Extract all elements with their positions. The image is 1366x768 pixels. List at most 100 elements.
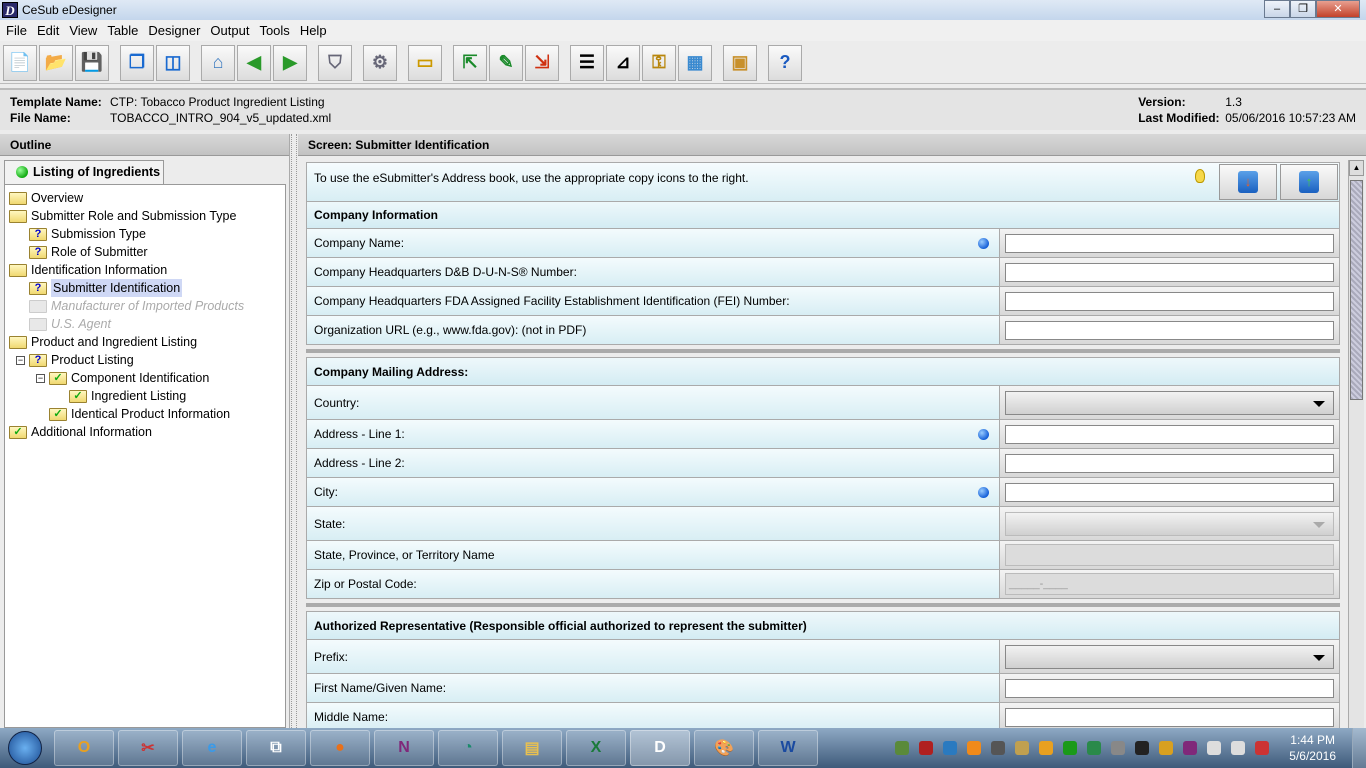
taskbar-internet-explorer[interactable]: e: [182, 730, 242, 766]
key-button[interactable]: ⚿: [642, 44, 676, 81]
tree-item[interactable]: Submitter Role and Submission Type: [5, 207, 285, 225]
tray-icon[interactable]: [1159, 741, 1173, 755]
pane-splitter[interactable]: [291, 134, 297, 730]
tray-icon[interactable]: [1231, 741, 1245, 755]
folder-button[interactable]: ▭: [408, 44, 442, 81]
tree-item[interactable]: ✓ Ingredient Listing: [5, 387, 285, 405]
tree-item[interactable]: ✓ Identical Product Information: [5, 405, 285, 423]
shield-button[interactable]: ⛉: [318, 44, 352, 81]
menu-file[interactable]: File: [2, 23, 31, 38]
calculator-button[interactable]: ▦: [678, 44, 712, 81]
scroll-thumb[interactable]: [1350, 180, 1363, 400]
clock[interactable]: 1:44 PM 5/6/2016: [1289, 732, 1336, 764]
home-button[interactable]: ⌂: [201, 44, 235, 81]
first-name-given-name-input[interactable]: [1005, 678, 1334, 698]
tree-item[interactable]: U.S. Agent: [5, 315, 285, 333]
split-view-button[interactable]: ◫: [156, 44, 190, 81]
show-desktop-button[interactable]: [1352, 728, 1366, 768]
menu-help[interactable]: Help: [296, 23, 331, 38]
tray-icon[interactable]: [1039, 741, 1053, 755]
tray-icon[interactable]: [1111, 741, 1125, 755]
field-label-cell: State, Province, or Territory Name: [307, 541, 999, 569]
company-name-input[interactable]: [1005, 233, 1334, 253]
save-button[interactable]: 💾: [75, 44, 109, 81]
address-line-2-input[interactable]: [1005, 453, 1334, 473]
taskbar-file-explorer[interactable]: ▤: [502, 730, 562, 766]
taskbar-excel[interactable]: X: [566, 730, 626, 766]
forward-button[interactable]: ▶: [273, 44, 307, 81]
form-list-button[interactable]: ☰: [570, 44, 604, 81]
organization-url-e-g-www-fda-g-input[interactable]: [1005, 320, 1334, 340]
tray-icon[interactable]: [1135, 741, 1149, 755]
taskbar-word[interactable]: W: [758, 730, 818, 766]
tree-item[interactable]: Manufacturer of Imported Products: [5, 297, 285, 315]
open-folder-button[interactable]: 📂: [39, 44, 73, 81]
taskbar-cesub-edesigner[interactable]: D: [630, 730, 690, 766]
address-line-1-input[interactable]: [1005, 424, 1334, 444]
tab-listing-of-ingredients[interactable]: Listing of Ingredients: [4, 160, 164, 184]
company-headquarters-d-b-d-u-n-input[interactable]: [1005, 262, 1334, 282]
tree-item[interactable]: ✓ Additional Information: [5, 423, 285, 441]
scroll-up-arrow-icon[interactable]: ▲: [1349, 160, 1364, 176]
taskbar-snipping-tool[interactable]: ✂: [118, 730, 178, 766]
close-button[interactable]: ✕: [1316, 0, 1360, 18]
prefix-dropdown[interactable]: [1005, 644, 1334, 669]
menu-edit[interactable]: Edit: [33, 23, 63, 38]
collapse-icon[interactable]: −: [16, 355, 25, 365]
menu-tools[interactable]: Tools: [255, 23, 293, 38]
tray-icon[interactable]: [991, 741, 1005, 755]
country-dropdown[interactable]: [1005, 390, 1334, 415]
restore-button[interactable]: ❐: [1290, 0, 1316, 18]
minimize-button[interactable]: ‒: [1264, 0, 1290, 18]
tree-item[interactable]: −? Product Listing: [5, 351, 285, 369]
tray-icon[interactable]: [1207, 741, 1221, 755]
collapse-icon[interactable]: −: [36, 373, 45, 383]
tray-icon[interactable]: [919, 741, 933, 755]
design-tool-button[interactable]: ⊿: [606, 44, 640, 81]
tray-icon[interactable]: [967, 741, 981, 755]
tray-icon[interactable]: [943, 741, 957, 755]
copy-to-address-book-button[interactable]: ↑: [1280, 164, 1338, 200]
export-document-button[interactable]: ⇲: [525, 44, 559, 81]
taskbar-firefox[interactable]: ●: [310, 730, 370, 766]
vertical-scrollbar[interactable]: ▲: [1348, 160, 1364, 730]
start-button[interactable]: [0, 729, 50, 767]
form-row: State:: [306, 507, 1340, 541]
tree-item[interactable]: ? Submitter Identification: [5, 279, 285, 297]
tree-item[interactable]: − ✓ Component Identification: [5, 369, 285, 387]
new-document-button[interactable]: 📄: [3, 44, 37, 81]
tray-icon[interactable]: [1255, 741, 1269, 755]
tray-icon[interactable]: [1063, 741, 1077, 755]
copy-from-address-book-button[interactable]: ↓: [1219, 164, 1277, 200]
taskbar-outlook[interactable]: O: [54, 730, 114, 766]
taskbar-remote-desktop[interactable]: ⧉: [246, 730, 306, 766]
back-button[interactable]: ◀: [237, 44, 271, 81]
tray-icon[interactable]: [1015, 741, 1029, 755]
menu-table[interactable]: Table: [103, 23, 142, 38]
tree-item[interactable]: ? Role of Submitter: [5, 243, 285, 261]
tree-item[interactable]: Identification Information: [5, 261, 285, 279]
import-document-button[interactable]: ⇱: [453, 44, 487, 81]
cascade-windows-button[interactable]: ❐: [120, 44, 154, 81]
tree-item[interactable]: ? Submission Type: [5, 225, 285, 243]
home-icon: ⌂: [212, 52, 224, 72]
company-headquarters-fda-assig-input[interactable]: [1005, 291, 1334, 311]
gears-button[interactable]: ⚙: [363, 44, 397, 81]
taskbar-paint[interactable]: 🎨: [694, 730, 754, 766]
menu-output[interactable]: Output: [206, 23, 253, 38]
tree-item[interactable]: Product and Ingredient Listing: [5, 333, 285, 351]
tray-icon[interactable]: [1183, 741, 1197, 755]
middle-name-input[interactable]: [1005, 707, 1334, 727]
tray-icon[interactable]: [895, 741, 909, 755]
city-input[interactable]: [1005, 482, 1334, 502]
form-row: Address - Line 2:: [306, 449, 1340, 478]
taskbar-app-circle[interactable]: ◔: [438, 730, 498, 766]
help-button[interactable]: ?: [768, 44, 802, 81]
tree-item[interactable]: Overview: [5, 189, 285, 207]
menu-view[interactable]: View: [65, 23, 101, 38]
tray-icon[interactable]: [1087, 741, 1101, 755]
menu-designer[interactable]: Designer: [144, 23, 204, 38]
edit-document-button[interactable]: ✎: [489, 44, 523, 81]
taskbar-onenote[interactable]: N: [374, 730, 434, 766]
package-button[interactable]: ▣: [723, 44, 757, 81]
